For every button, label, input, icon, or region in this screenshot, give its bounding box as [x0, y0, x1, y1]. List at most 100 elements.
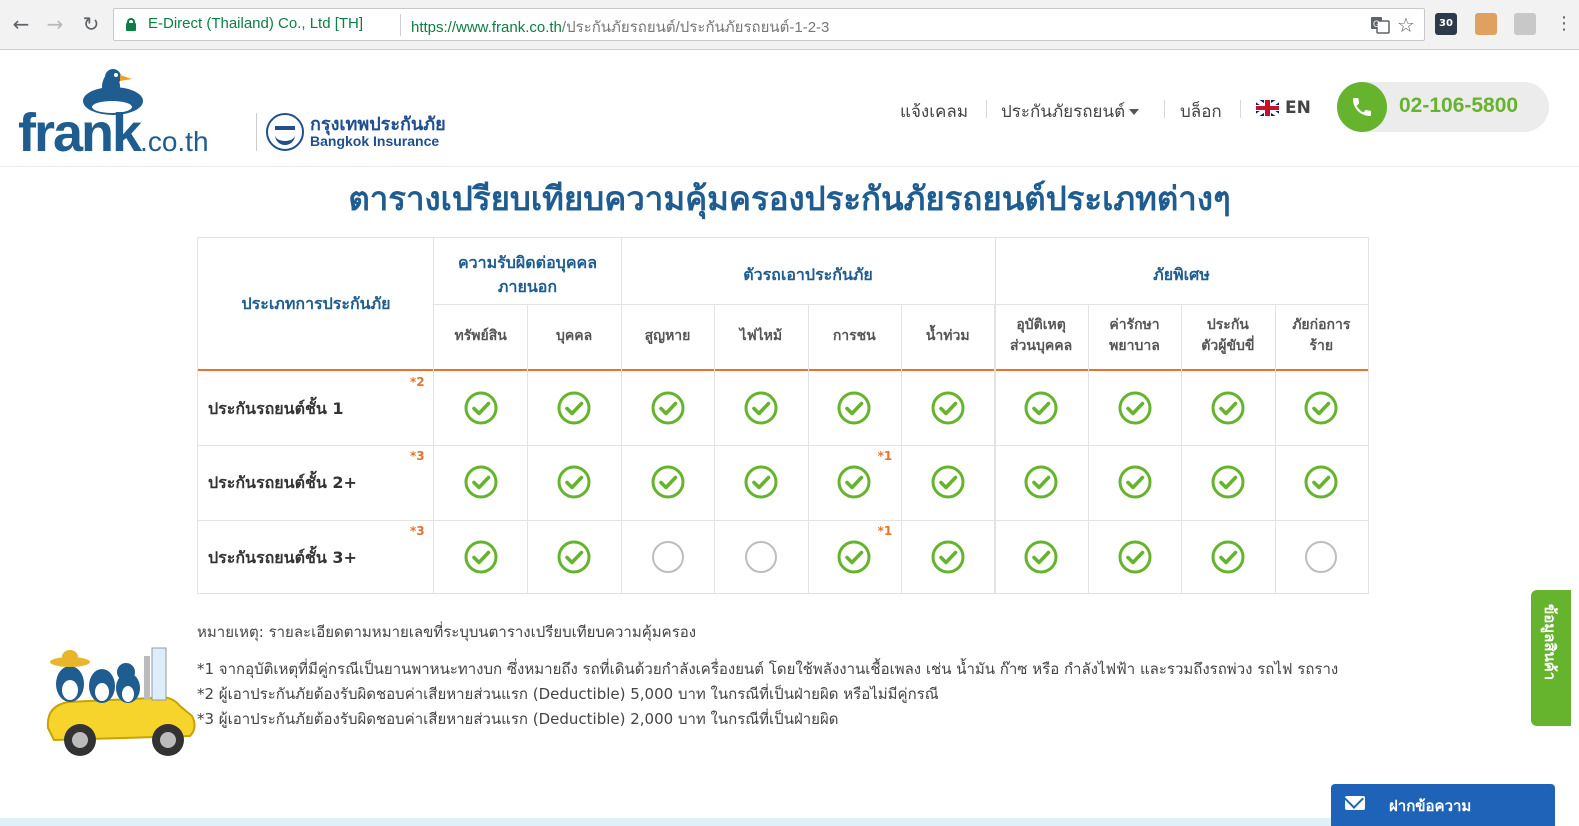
translate-icon[interactable]: G — [1370, 15, 1390, 40]
nav-separator — [1240, 100, 1241, 118]
puzzle-extension-icon[interactable] — [1514, 13, 1536, 35]
grid-line — [1274, 304, 1276, 593]
url-separator — [400, 14, 401, 36]
column-header-line1: ค่ารักษา — [1109, 317, 1160, 333]
svg-text:G: G — [1373, 19, 1380, 29]
bangkok-insurance-emblem-icon — [266, 113, 304, 151]
address-bar[interactable]: E-Direct (Thailand) Co., Ltd [TH] https:… — [113, 8, 1425, 41]
check-circle-icon — [837, 391, 871, 425]
check-circle-icon — [1118, 465, 1152, 499]
grid-line — [527, 304, 529, 593]
menu-kebab-icon[interactable]: ⋮ — [1553, 13, 1575, 35]
check-circle-icon — [744, 391, 778, 425]
check-circle-icon — [464, 540, 498, 574]
collision-note-marker: *1 — [877, 449, 893, 464]
reload-icon[interactable]: ↻ — [80, 13, 102, 35]
column-header-line1: อุบัติเหตุ — [1016, 317, 1066, 333]
frank-logo[interactable]: frank.co.th — [18, 67, 248, 161]
nav-claim[interactable]: แจ้งเคลม — [900, 98, 968, 125]
notes-heading: หมายเหตุ: รายละเอียดตามหมายเลขที่ระบุบนต… — [197, 623, 697, 641]
check-circle-icon — [557, 540, 591, 574]
column-header-line1: สูญหาย — [644, 327, 691, 344]
check-circle-icon — [651, 465, 685, 499]
url-text[interactable]: https://www.frank.co.th/ประกันภัยรถยนต์/… — [411, 15, 829, 39]
check-circle-icon — [557, 465, 591, 499]
column-header-line1: ไฟไหม้ — [739, 327, 783, 344]
column-header: การชน — [808, 308, 901, 364]
bottom-bar — [0, 818, 1331, 826]
url-path: /ประกันภัยรถยนต์/ประกันภัยรถยนต์-1-2-3 — [561, 19, 830, 36]
check-circle-icon — [837, 540, 871, 574]
forward-arrow-icon[interactable]: → — [44, 13, 66, 35]
check-circle-icon — [1304, 391, 1338, 425]
bookmark-star-icon[interactable]: ☆ — [1397, 13, 1415, 37]
uk-flag-icon[interactable] — [1256, 100, 1279, 116]
site-header: frank.co.th กรุงเทพประกันภัย Bangkok Ins… — [0, 51, 1579, 167]
nav-car-insurance-label: ประกันภัยรถยนต์ — [1001, 102, 1126, 122]
nav-blog[interactable]: บล็อก — [1180, 98, 1222, 125]
check-circle-icon — [464, 465, 498, 499]
calendar-extension-icon[interactable]: 30 — [1435, 13, 1457, 35]
browser-toolbar: ← → ↻ E-Direct (Thailand) Co., Ltd [TH] … — [0, 0, 1579, 50]
group-header-special-perils: ภัยพิเศษ — [1153, 265, 1210, 284]
grid-line — [198, 519, 1368, 521]
column-header-line1: ประกัน — [1206, 317, 1249, 333]
group-header-third-party: ความรับผิดต่อบุคคล ภายนอก — [434, 246, 621, 304]
leave-message-label: ฝากข้อความ — [1389, 797, 1472, 815]
certificate-label[interactable]: E-Direct (Thailand) Co., Ltd [TH] — [148, 15, 363, 32]
page-title: ตารางเปรียบเทียบความคุ้มครองประกันภัยรถย… — [348, 179, 1231, 218]
row-header-label: ประเภทการประกันภัย — [241, 293, 391, 313]
bangkok-insurance-logo[interactable]: กรุงเทพประกันภัย Bangkok Insurance — [266, 111, 466, 155]
grid-line — [434, 304, 1368, 305]
column-header-line1: ภัยก่อการ — [1292, 317, 1351, 333]
empty-circle-icon — [744, 540, 778, 574]
leave-message-button[interactable]: ฝากข้อความ — [1331, 784, 1555, 826]
row-note-marker: *2 — [410, 375, 425, 389]
column-header-line2: ตัวผู้ขับขี่ — [1201, 338, 1255, 354]
phone-button[interactable]: 02-106-5800 — [1337, 82, 1549, 132]
caret-down-icon — [1129, 109, 1140, 115]
grid-line — [620, 304, 622, 593]
check-circle-icon — [557, 391, 591, 425]
column-header: สูญหาย — [621, 308, 714, 364]
collision-note-marker: *1 — [877, 523, 893, 538]
lock-icon[interactable] — [126, 18, 136, 31]
check-circle-icon — [931, 391, 965, 425]
logo-divider — [256, 113, 257, 151]
check-circle-icon — [1211, 540, 1245, 574]
check-circle-icon — [1118, 540, 1152, 574]
column-header: ภัยก่อการร้าย — [1275, 308, 1368, 364]
side-tab-label: ข้อมูลสินค้า — [1541, 604, 1559, 681]
envelope-icon — [1345, 796, 1365, 810]
row-note-marker: *3 — [410, 523, 425, 538]
product-info-side-tab[interactable]: ข้อมูลสินค้า — [1531, 590, 1571, 726]
calendar-extension-badge: 30 — [1439, 18, 1453, 29]
logo-tld: .co.th — [140, 126, 209, 157]
footnotes: หมายเหตุ: รายละเอียดตามหมายเลขที่ระบุบนต… — [197, 620, 1377, 732]
column-header-line2: พยาบาล — [1109, 338, 1160, 354]
column-header-line2: ร้าย — [1309, 338, 1334, 354]
row-label: ประกันรถยนต์ชั้น 1 — [208, 399, 344, 419]
row-label: ประกันรถยนต์ชั้น 2+ — [208, 473, 357, 493]
check-circle-icon — [1211, 465, 1245, 499]
grid-line — [714, 304, 716, 593]
header-divider — [198, 369, 1368, 371]
nav-separator — [986, 100, 987, 118]
check-circle-icon — [1024, 391, 1058, 425]
check-circle-icon — [931, 540, 965, 574]
back-arrow-icon[interactable]: ← — [10, 13, 32, 35]
grid-line — [994, 304, 996, 593]
grid-line — [1087, 304, 1089, 593]
extension-icon[interactable] — [1475, 13, 1497, 35]
check-circle-icon — [1024, 465, 1058, 499]
grid-line — [807, 304, 809, 593]
nav-car-insurance[interactable]: ประกันภัยรถยนต์ — [1001, 98, 1140, 125]
column-header: ค่ารักษาพยาบาล — [1088, 308, 1181, 364]
check-circle-icon — [464, 391, 498, 425]
language-switch[interactable]: EN — [1285, 98, 1311, 118]
check-circle-icon — [1024, 540, 1058, 574]
column-header-line1: บุคคล — [555, 327, 593, 344]
empty-circle-icon — [1304, 540, 1338, 574]
grid-line — [1181, 304, 1183, 593]
note-3: *3 ผู้เอาประกันภัยต้องรับผิดชอบค่าเสียหา… — [197, 710, 839, 728]
